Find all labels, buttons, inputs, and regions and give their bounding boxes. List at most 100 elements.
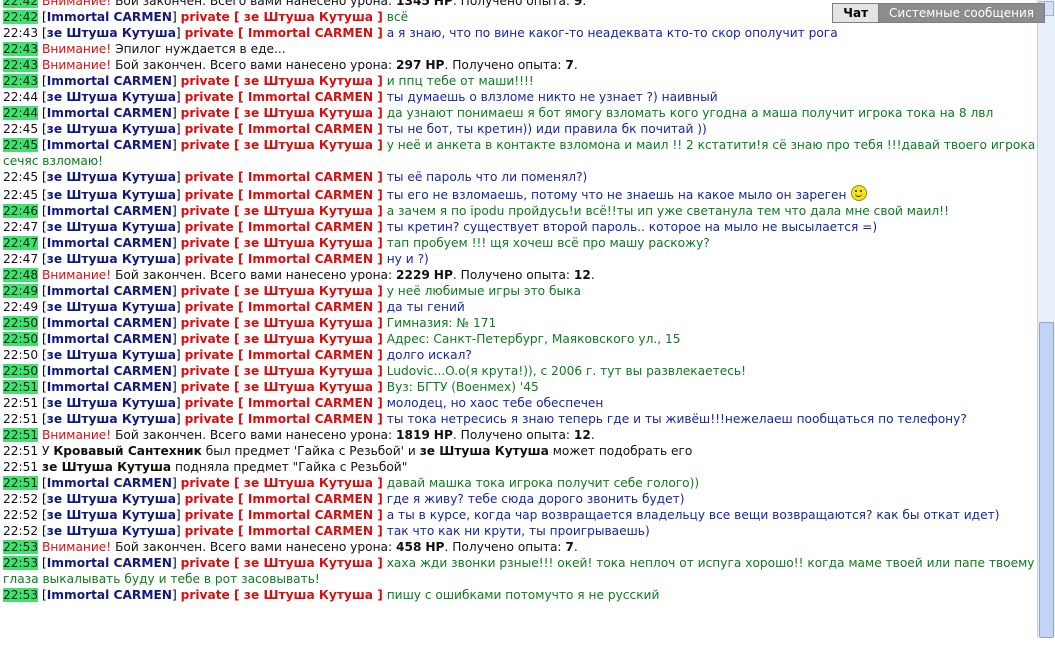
sender-name[interactable]: зе Штуша Кутуша xyxy=(47,300,176,314)
message-time[interactable]: 22:52 xyxy=(3,492,38,506)
recipient-name[interactable]: Immortal CARMEN xyxy=(248,300,373,314)
recipient-name[interactable]: зе Штуша Кутуша xyxy=(244,74,373,88)
recipient-name[interactable]: зе Штуша Кутуша xyxy=(244,556,373,570)
private-recipient[interactable]: private [ Immortal CARMEN ] xyxy=(185,412,383,426)
sender-name[interactable]: Immortal CARMEN xyxy=(47,10,172,24)
recipient-name[interactable]: зе Штуша Кутуша xyxy=(244,332,373,346)
recipient-name[interactable]: зе Штуша Кутуша xyxy=(244,476,373,490)
private-recipient[interactable]: private [ зе Штуша Кутуша ] xyxy=(181,138,383,152)
recipient-name[interactable]: зе Штуша Кутуша xyxy=(244,138,373,152)
message-time[interactable]: 22:51 xyxy=(3,412,38,426)
sender-name[interactable]: зе Штуша Кутуша xyxy=(47,122,176,136)
player-name[interactable]: зе Штуша Кутуша xyxy=(420,444,549,458)
recipient-name[interactable]: зе Штуша Кутуша xyxy=(244,106,373,120)
private-recipient[interactable]: private [ Immortal CARMEN ] xyxy=(185,492,383,506)
sender-name[interactable]: зе Штуша Кутуша xyxy=(47,396,176,410)
sender-name[interactable]: Immortal CARMEN xyxy=(47,106,172,120)
message-time[interactable]: 22:53 xyxy=(3,540,39,554)
private-recipient[interactable]: private [ Immortal CARMEN ] xyxy=(185,170,383,184)
message-time[interactable]: 22:50 xyxy=(3,332,39,346)
sender-name[interactable]: зе Штуша Кутуша xyxy=(47,492,176,506)
private-recipient[interactable]: private [ Immortal CARMEN ] xyxy=(185,26,383,40)
message-time[interactable]: 22:52 xyxy=(3,508,38,522)
player-name[interactable]: Кровавый Сантехник xyxy=(53,444,202,458)
recipient-name[interactable]: Immortal CARMEN xyxy=(248,508,373,522)
private-recipient[interactable]: private [ зе Штуша Кутуша ] xyxy=(181,236,383,250)
private-recipient[interactable]: private [ зе Штуша Кутуша ] xyxy=(181,588,383,602)
message-time[interactable]: 22:45 xyxy=(3,188,38,202)
sender-name[interactable]: Immortal CARMEN xyxy=(47,236,172,250)
message-time[interactable]: 22:43 xyxy=(3,42,39,56)
sender-name[interactable]: зе Штуша Кутуша xyxy=(47,348,176,362)
sender-name[interactable]: Immortal CARMEN xyxy=(47,204,172,218)
recipient-name[interactable]: Immortal CARMEN xyxy=(248,122,373,136)
message-time[interactable]: 22:45 xyxy=(3,138,39,152)
message-time[interactable]: 22:46 xyxy=(3,204,39,218)
sender-name[interactable]: Immortal CARMEN xyxy=(47,284,172,298)
message-time[interactable]: 22:42 xyxy=(3,10,39,24)
message-time[interactable]: 22:44 xyxy=(3,106,39,120)
private-recipient[interactable]: private [ Immortal CARMEN ] xyxy=(185,524,383,538)
sender-name[interactable]: Immortal CARMEN xyxy=(47,316,172,330)
message-time[interactable]: 22:53 xyxy=(3,556,39,570)
sender-name[interactable]: Immortal CARMEN xyxy=(47,138,172,152)
recipient-name[interactable]: зе Штуша Кутуша xyxy=(244,588,373,602)
message-time[interactable]: 22:51 xyxy=(3,428,39,442)
recipient-name[interactable]: зе Штуша Кутуша xyxy=(244,204,373,218)
message-time[interactable]: 22:48 xyxy=(3,268,39,282)
message-time[interactable]: 22:44 xyxy=(3,90,38,104)
recipient-name[interactable]: Immortal CARMEN xyxy=(248,220,373,234)
scroll-thumb[interactable] xyxy=(1039,322,1054,638)
sender-name[interactable]: Immortal CARMEN xyxy=(47,476,172,490)
recipient-name[interactable]: зе Штуша Кутуша xyxy=(244,236,373,250)
sender-name[interactable]: зе Штуша Кутуша xyxy=(47,220,176,234)
private-recipient[interactable]: private [ зе Штуша Кутуша ] xyxy=(181,10,383,24)
chat-scrollbar[interactable] xyxy=(1037,0,1055,638)
private-recipient[interactable]: private [ зе Штуша Кутуша ] xyxy=(181,476,383,490)
private-recipient[interactable]: private [ Immortal CARMEN ] xyxy=(185,220,383,234)
message-time[interactable]: 22:47 xyxy=(3,220,38,234)
recipient-name[interactable]: Immortal CARMEN xyxy=(248,170,373,184)
recipient-name[interactable]: Immortal CARMEN xyxy=(248,90,373,104)
message-time[interactable]: 22:50 xyxy=(3,348,38,362)
recipient-name[interactable]: зе Штуша Кутуша xyxy=(244,380,373,394)
sender-name[interactable]: зе Штуша Кутуша xyxy=(47,412,176,426)
private-recipient[interactable]: private [ зе Штуша Кутуша ] xyxy=(181,332,383,346)
recipient-name[interactable]: Immortal CARMEN xyxy=(248,26,373,40)
sender-name[interactable]: Immortal CARMEN xyxy=(47,588,172,602)
private-recipient[interactable]: private [ Immortal CARMEN ] xyxy=(185,348,383,362)
message-time[interactable]: 22:50 xyxy=(3,316,39,330)
recipient-name[interactable]: Immortal CARMEN xyxy=(248,396,373,410)
sender-name[interactable]: Immortal CARMEN xyxy=(47,364,172,378)
sender-name[interactable]: зе Штуша Кутуша xyxy=(47,524,176,538)
sender-name[interactable]: зе Штуша Кутуша xyxy=(47,90,176,104)
recipient-name[interactable]: Immortal CARMEN xyxy=(248,524,373,538)
recipient-name[interactable]: Immortal CARMEN xyxy=(248,188,373,202)
message-time[interactable]: 22:51 xyxy=(3,460,38,474)
message-time[interactable]: 22:51 xyxy=(3,444,38,458)
sender-name[interactable]: Immortal CARMEN xyxy=(47,74,172,88)
private-recipient[interactable]: private [ зе Штуша Кутуша ] xyxy=(181,316,383,330)
recipient-name[interactable]: Immortal CARMEN xyxy=(248,252,373,266)
message-time[interactable]: 22:51 xyxy=(3,380,39,394)
sender-name[interactable]: Immortal CARMEN xyxy=(47,556,172,570)
tab-system-messages[interactable]: Системные сообщения xyxy=(878,3,1045,23)
sender-name[interactable]: зе Штуша Кутуша xyxy=(47,170,176,184)
message-time[interactable]: 22:51 xyxy=(3,476,39,490)
message-time[interactable]: 22:43 xyxy=(3,58,39,72)
recipient-name[interactable]: Immortal CARMEN xyxy=(248,492,373,506)
message-time[interactable]: 22:47 xyxy=(3,236,39,250)
sender-name[interactable]: зе Штуша Кутуша xyxy=(47,508,176,522)
private-recipient[interactable]: private [ зе Штуша Кутуша ] xyxy=(181,106,383,120)
recipient-name[interactable]: Immortal CARMEN xyxy=(248,348,373,362)
private-recipient[interactable]: private [ Immortal CARMEN ] xyxy=(185,300,383,314)
sender-name[interactable]: Immortal CARMEN xyxy=(47,332,172,346)
message-time[interactable]: 22:52 xyxy=(3,524,38,538)
message-time[interactable]: 22:53 xyxy=(3,588,39,602)
sender-name[interactable]: Immortal CARMEN xyxy=(47,380,172,394)
message-time[interactable]: 22:42 xyxy=(3,0,39,8)
sender-name[interactable]: зе Штуша Кутуша xyxy=(47,188,176,202)
message-time[interactable]: 22:49 xyxy=(3,300,38,314)
recipient-name[interactable]: зе Штуша Кутуша xyxy=(244,10,373,24)
private-recipient[interactable]: private [ Immortal CARMEN ] xyxy=(185,122,383,136)
